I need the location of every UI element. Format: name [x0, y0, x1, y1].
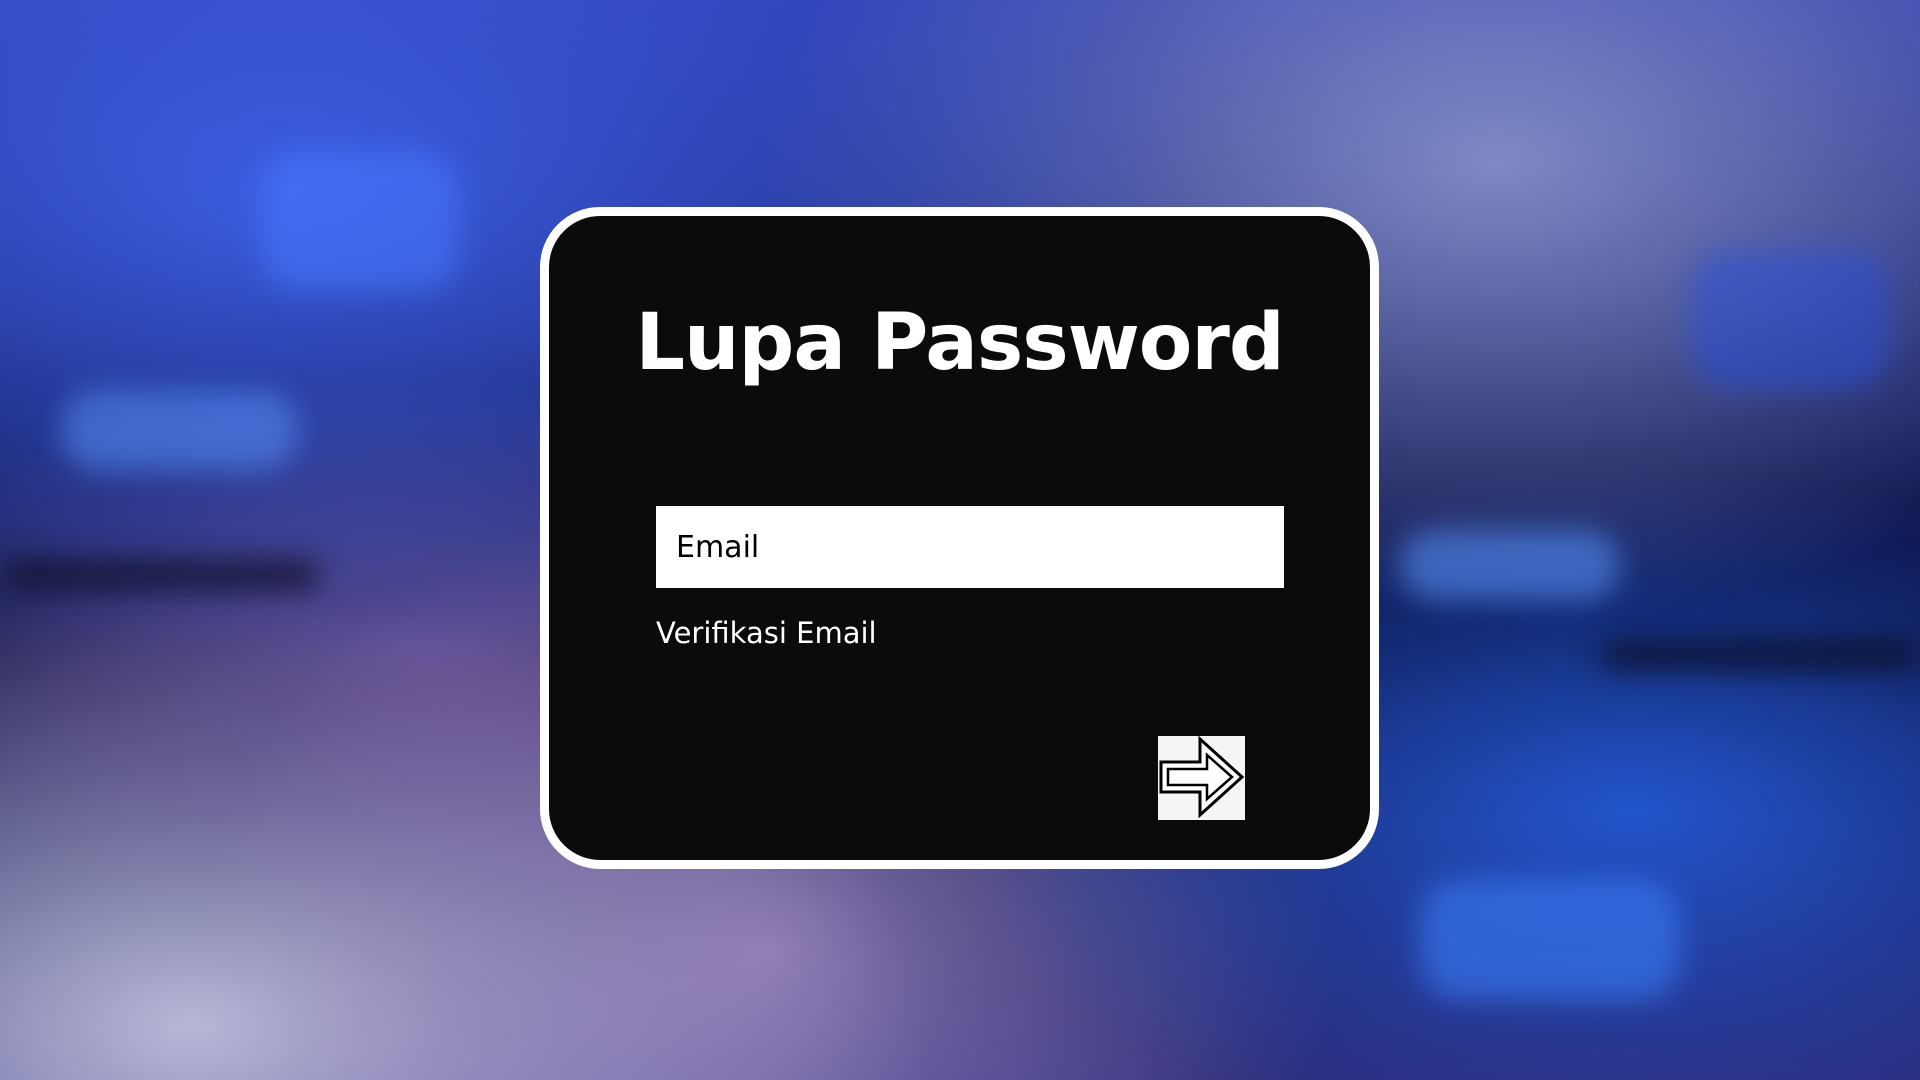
login-screen: Lupa Password Verifikasi Email: [0, 0, 1920, 1080]
keyboard-key-glow: [1600, 640, 1920, 670]
keyboard-key-glow: [1420, 880, 1680, 1000]
keyboard-key-glow: [1400, 530, 1620, 600]
page-title: Lupa Password: [635, 298, 1284, 388]
keyboard-key-glow: [60, 390, 300, 470]
keyboard-key-glow: [260, 150, 460, 290]
verify-email-label: Verifikasi Email: [656, 616, 877, 650]
submit-button[interactable]: [1158, 735, 1245, 822]
keyboard-key-glow: [1690, 250, 1890, 390]
email-field[interactable]: [656, 506, 1284, 588]
arrow-right-icon: [1158, 735, 1245, 822]
forgot-password-card: Lupa Password Verifikasi Email: [540, 207, 1379, 869]
keyboard-key-glow: [0, 560, 320, 590]
